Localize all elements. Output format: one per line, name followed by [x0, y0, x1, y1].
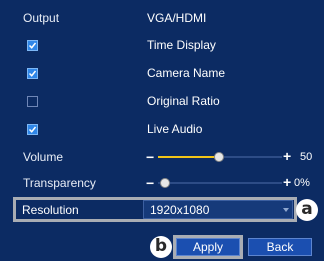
original-ratio-checkbox[interactable]: [27, 96, 38, 107]
live-audio-label: Live Audio: [147, 122, 203, 136]
time-display-label: Time Display: [147, 38, 216, 52]
apply-button[interactable]: Apply: [176, 238, 240, 256]
resolution-selected-value: 1920x1080: [150, 203, 210, 217]
callout-b-badge: b: [150, 236, 172, 258]
output-value: VGA/HDMI: [147, 11, 207, 25]
transparency-label: Transparency: [23, 176, 96, 190]
volume-label: Volume: [23, 150, 64, 164]
live-audio-checkbox[interactable]: [27, 124, 38, 135]
transparency-slider[interactable]: − +: [146, 175, 296, 190]
volume-slider[interactable]: − +: [146, 149, 296, 164]
volume-fill: [158, 156, 220, 158]
transparency-track: [158, 182, 282, 184]
volume-plus-button[interactable]: +: [283, 149, 291, 163]
transparency-value: 0%: [294, 177, 310, 189]
time-display-checkbox[interactable]: [27, 40, 38, 51]
volume-knob[interactable]: [214, 152, 224, 162]
checkmark-icon: [28, 70, 37, 77]
resolution-label: Resolution: [22, 203, 79, 217]
back-button[interactable]: Back: [248, 238, 312, 256]
camera-name-label: Camera Name: [147, 66, 226, 80]
output-label: Output: [23, 11, 60, 25]
checkmark-icon: [28, 126, 37, 133]
volume-value: 50: [300, 151, 313, 163]
resolution-select[interactable]: 1920x1080: [143, 200, 293, 219]
callout-a-badge: a: [296, 199, 318, 221]
checkmark-icon: [28, 42, 37, 49]
camera-name-checkbox[interactable]: [27, 68, 38, 79]
original-ratio-label: Original Ratio: [147, 94, 220, 108]
transparency-plus-button[interactable]: +: [283, 175, 291, 189]
chevron-down-icon: [283, 208, 289, 212]
transparency-knob[interactable]: [160, 178, 170, 188]
transparency-minus-button[interactable]: −: [146, 176, 154, 190]
volume-minus-button[interactable]: −: [146, 150, 154, 164]
